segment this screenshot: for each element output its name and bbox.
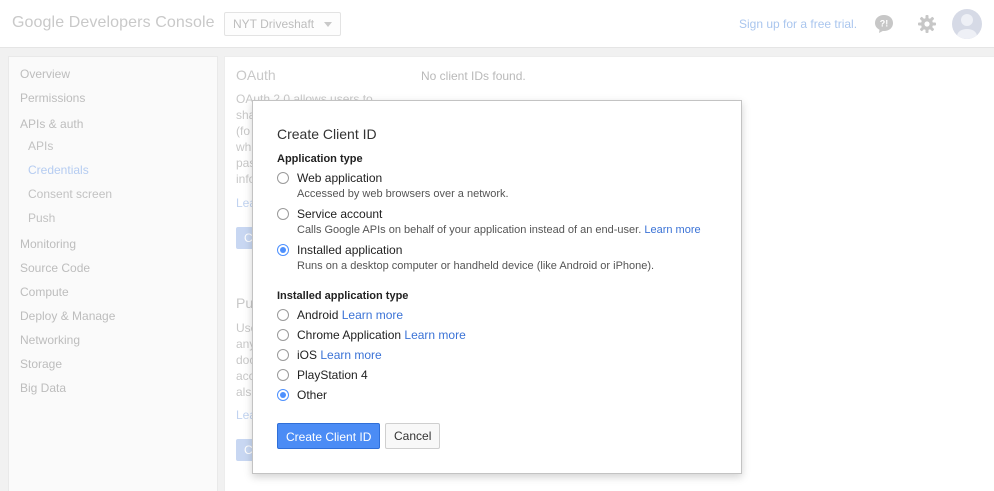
no-client-ids-message: No client IDs found. [421,69,526,83]
gear-icon[interactable] [917,14,937,34]
service-account-learn-more-link[interactable]: Learn more [644,224,700,236]
chrome-application-option[interactable]: Chrome Application Learn more [297,328,466,342]
sidebar-item-push[interactable]: Push [28,211,55,225]
sidebar-item-overview[interactable]: Overview [20,67,70,81]
other-label[interactable]: Other [297,388,327,402]
playstation-4-label[interactable]: PlayStation 4 [297,368,368,382]
radio-ios[interactable] [277,349,289,361]
radio-web-application[interactable] [277,172,289,184]
service-account-desc: Calls Google APIs on behalf of your appl… [297,224,701,236]
user-silhouette-icon [957,14,977,39]
radio-chrome-application[interactable] [277,329,289,341]
web-application-desc: Accessed by web browsers over a network. [297,188,509,200]
public-api-heading: Pu [236,295,254,311]
chrome-application-label: Chrome Application [297,328,402,342]
sidebar-item-big-data[interactable]: Big Data [20,381,66,395]
sidebar-item-apis-auth[interactable]: APIs & auth [20,117,83,131]
radio-playstation-4[interactable] [277,369,289,381]
cancel-button[interactable]: Cancel [385,423,441,449]
radio-service-account[interactable] [277,208,289,220]
sidebar-item-consent-screen[interactable]: Consent screen [28,187,112,201]
sidebar-item-compute[interactable]: Compute [20,285,69,299]
create-client-id-dialog: Create Client ID Application type Web ap… [252,100,742,474]
installed-application-desc: Runs on a desktop computer or handheld d… [297,260,655,272]
chevron-down-icon [324,21,333,27]
oauth-heading: OAuth [236,67,276,83]
web-application-label[interactable]: Web application [297,171,382,185]
ios-label: iOS [297,348,318,362]
android-learn-more-link[interactable]: Learn more [342,308,403,322]
radio-other[interactable] [277,389,289,401]
radio-android[interactable] [277,309,289,321]
sidebar-item-monitoring[interactable]: Monitoring [20,237,76,251]
project-name: NYT Driveshaft [233,17,315,31]
sidebar-item-storage[interactable]: Storage [20,357,62,371]
dialog-title: Create Client ID [277,126,377,142]
ios-option[interactable]: iOS Learn more [297,348,382,362]
sidebar-item-deploy-manage[interactable]: Deploy & Manage [20,309,115,323]
create-client-id-submit-button[interactable]: Create Client ID [277,423,381,449]
avatar[interactable] [952,9,982,39]
svg-text:?!: ?! [880,19,889,29]
sidebar-item-apis[interactable]: APIs [28,139,53,153]
oauth-desc-line: (fo [236,124,251,138]
sidebar-nav: Overview Permissions APIs & auth APIs Cr… [8,56,218,491]
console-logo[interactable]: Google Developers Console [12,14,215,32]
service-account-desc-text: Calls Google APIs on behalf of your appl… [297,224,642,236]
service-account-label[interactable]: Service account [297,207,382,221]
feedback-icon[interactable]: ?! [874,14,894,34]
sidebar-item-source-code[interactable]: Source Code [20,261,90,275]
chrome-learn-more-link[interactable]: Learn more [404,328,465,342]
sidebar-item-permissions[interactable]: Permissions [20,91,85,105]
sidebar-item-credentials[interactable]: Credentials [28,163,89,177]
project-selector[interactable]: NYT Driveshaft [224,12,342,36]
installed-application-label[interactable]: Installed application [297,243,402,257]
installed-application-type-label: Installed application type [277,290,409,302]
top-header: Google Developers Console NYT Driveshaft… [0,0,994,48]
android-label: Android [297,308,339,322]
ios-learn-more-link[interactable]: Learn more [320,348,381,362]
sidebar-item-networking[interactable]: Networking [20,333,80,347]
application-type-label: Application type [277,153,363,165]
signup-link[interactable]: Sign up for a free trial. [739,17,857,31]
android-option[interactable]: Android Learn more [297,308,403,322]
radio-installed-application[interactable] [277,244,289,256]
public-desc-line: als [236,385,252,399]
